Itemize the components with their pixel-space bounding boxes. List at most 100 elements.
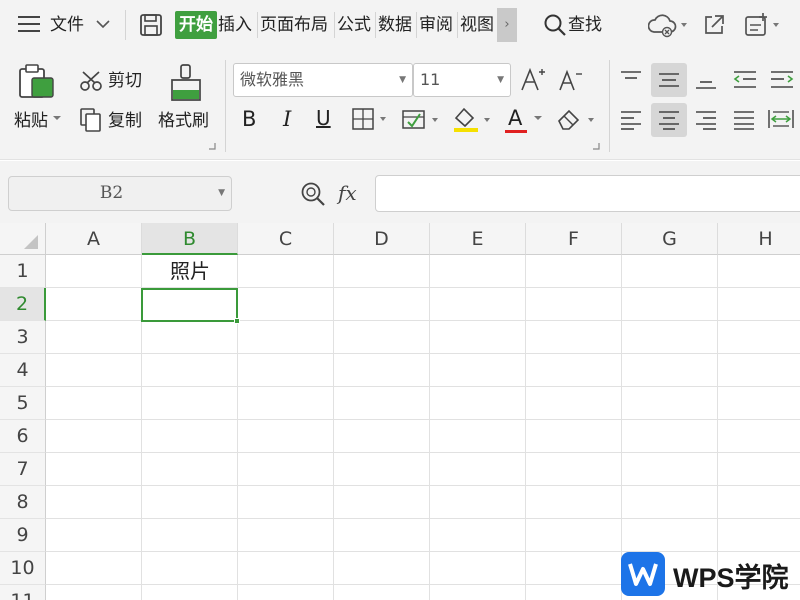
menu-bar: 文件 开始 插入 页面布局 公式 数据 审阅 视图 › 查找: [0, 0, 800, 50]
align-middle-icon[interactable]: [658, 70, 680, 90]
justify-icon[interactable]: [733, 110, 755, 130]
row-header-3[interactable]: 3: [0, 321, 46, 354]
row-header-8[interactable]: 8: [0, 486, 46, 519]
row-header-5[interactable]: 5: [0, 387, 46, 420]
worksheet-grid[interactable]: ABCDEFGH 1234567891011 照片: [0, 223, 800, 600]
copy-button[interactable]: 复制: [108, 110, 142, 132]
cell-format-icon[interactable]: [402, 108, 442, 132]
row-header-1[interactable]: 1: [0, 255, 46, 288]
collaboration-icon[interactable]: [743, 12, 783, 38]
align-left-icon[interactable]: [620, 110, 642, 130]
font-size-select[interactable]: 11 ▼: [413, 63, 511, 97]
column-header-b[interactable]: B: [142, 223, 238, 255]
group-divider: [609, 60, 610, 152]
chevron-down-icon[interactable]: ▼: [218, 177, 225, 210]
font-size-value: 11: [420, 70, 441, 89]
row-header-4[interactable]: 4: [0, 354, 46, 387]
select-all-corner[interactable]: [0, 223, 46, 255]
underline-button[interactable]: U: [316, 107, 331, 129]
grid-column-line: [717, 255, 718, 600]
more-tabs-button[interactable]: ›: [497, 8, 517, 42]
active-cell-selection[interactable]: [141, 288, 238, 322]
tab-home[interactable]: 开始: [175, 11, 217, 39]
increase-indent-icon[interactable]: [770, 70, 794, 90]
grid-column-line: [429, 255, 430, 600]
decrease-indent-icon[interactable]: [733, 70, 757, 90]
italic-button[interactable]: I: [283, 108, 291, 130]
borders-icon[interactable]: [352, 108, 392, 132]
name-box[interactable]: B2 ▼: [8, 176, 232, 211]
format-painter-button[interactable]: 格式刷: [158, 110, 209, 132]
align-top-icon[interactable]: [620, 70, 642, 90]
ribbon-home: 粘贴 剪切 复制 格式刷 微软雅黑 ▼ 11 ▼ B I U A: [0, 50, 800, 160]
chevron-down-icon[interactable]: [533, 114, 543, 122]
tab-divider: [334, 12, 335, 38]
grid-row-line: [46, 485, 800, 486]
name-box-value: B2: [99, 183, 124, 203]
tab-review[interactable]: 审阅: [419, 14, 453, 36]
column-header-e[interactable]: E: [430, 223, 526, 255]
grid-column-line: [621, 255, 622, 600]
tab-formulas[interactable]: 公式: [337, 14, 371, 36]
search-label[interactable]: 查找: [568, 14, 602, 36]
wps-logo-icon: [621, 552, 665, 596]
align-center-icon[interactable]: [658, 110, 680, 130]
column-header-c[interactable]: C: [238, 223, 334, 255]
font-name-select[interactable]: 微软雅黑 ▼: [233, 63, 413, 97]
copy-icon[interactable]: [80, 108, 102, 132]
tab-divider: [375, 12, 376, 38]
align-right-icon[interactable]: [695, 110, 717, 130]
format-painter-icon[interactable]: [168, 64, 204, 102]
column-header-d[interactable]: D: [334, 223, 430, 255]
clear-format-icon[interactable]: [556, 106, 598, 134]
row-header-11[interactable]: 11: [0, 585, 46, 600]
paste-button[interactable]: 粘贴: [14, 110, 48, 132]
paste-icon[interactable]: [18, 64, 56, 100]
column-header-h[interactable]: H: [718, 223, 800, 255]
chevron-down-icon: ▼: [399, 75, 406, 85]
cell-b1[interactable]: 照片: [142, 255, 238, 288]
tab-page-layout[interactable]: 页面布局: [260, 14, 328, 36]
distributed-align-icon[interactable]: [768, 108, 794, 130]
grid-row-line: [46, 419, 800, 420]
column-header-f[interactable]: F: [526, 223, 622, 255]
share-icon[interactable]: [702, 12, 726, 36]
formula-input[interactable]: [375, 175, 800, 212]
scissors-icon[interactable]: [79, 70, 103, 92]
row-header-2[interactable]: 2: [0, 288, 46, 321]
row-header-9[interactable]: 9: [0, 519, 46, 552]
row-header-6[interactable]: 6: [0, 420, 46, 453]
column-header-g[interactable]: G: [622, 223, 718, 255]
font-name-value: 微软雅黑: [240, 70, 305, 89]
fill-color-icon[interactable]: [452, 106, 494, 134]
decrease-font-icon[interactable]: [558, 68, 584, 92]
increase-font-icon[interactable]: [520, 66, 546, 92]
save-icon[interactable]: [139, 13, 163, 37]
paste-dropdown-icon[interactable]: [52, 114, 62, 122]
row-header-10[interactable]: 10: [0, 552, 46, 585]
group-launcher-icon[interactable]: [592, 142, 600, 150]
insert-function-button[interactable]: fx: [338, 181, 357, 205]
chevron-down-icon: ▼: [497, 75, 504, 85]
cloud-sync-icon[interactable]: [648, 12, 690, 38]
watermark-text: WPS学院: [673, 563, 789, 593]
zoom-function-icon[interactable]: [300, 181, 328, 207]
hamburger-icon[interactable]: [18, 15, 40, 33]
cut-button[interactable]: 剪切: [108, 70, 142, 92]
bold-button[interactable]: B: [242, 108, 256, 130]
tab-insert[interactable]: 插入: [218, 14, 252, 36]
align-bottom-icon[interactable]: [695, 70, 717, 90]
tab-data[interactable]: 数据: [378, 14, 412, 36]
row-header-7[interactable]: 7: [0, 453, 46, 486]
tab-view[interactable]: 视图: [460, 14, 494, 36]
column-header-a[interactable]: A: [46, 223, 142, 255]
group-launcher-icon[interactable]: [208, 142, 216, 150]
fill-handle[interactable]: [234, 318, 240, 324]
tab-divider: [257, 12, 258, 38]
grid-row-line: [46, 386, 800, 387]
chevron-down-icon[interactable]: [96, 19, 110, 29]
search-icon[interactable]: [543, 13, 567, 37]
grid-row-line: [46, 518, 800, 519]
font-color-button[interactable]: A: [508, 107, 522, 129]
file-menu[interactable]: 文件: [50, 14, 84, 36]
